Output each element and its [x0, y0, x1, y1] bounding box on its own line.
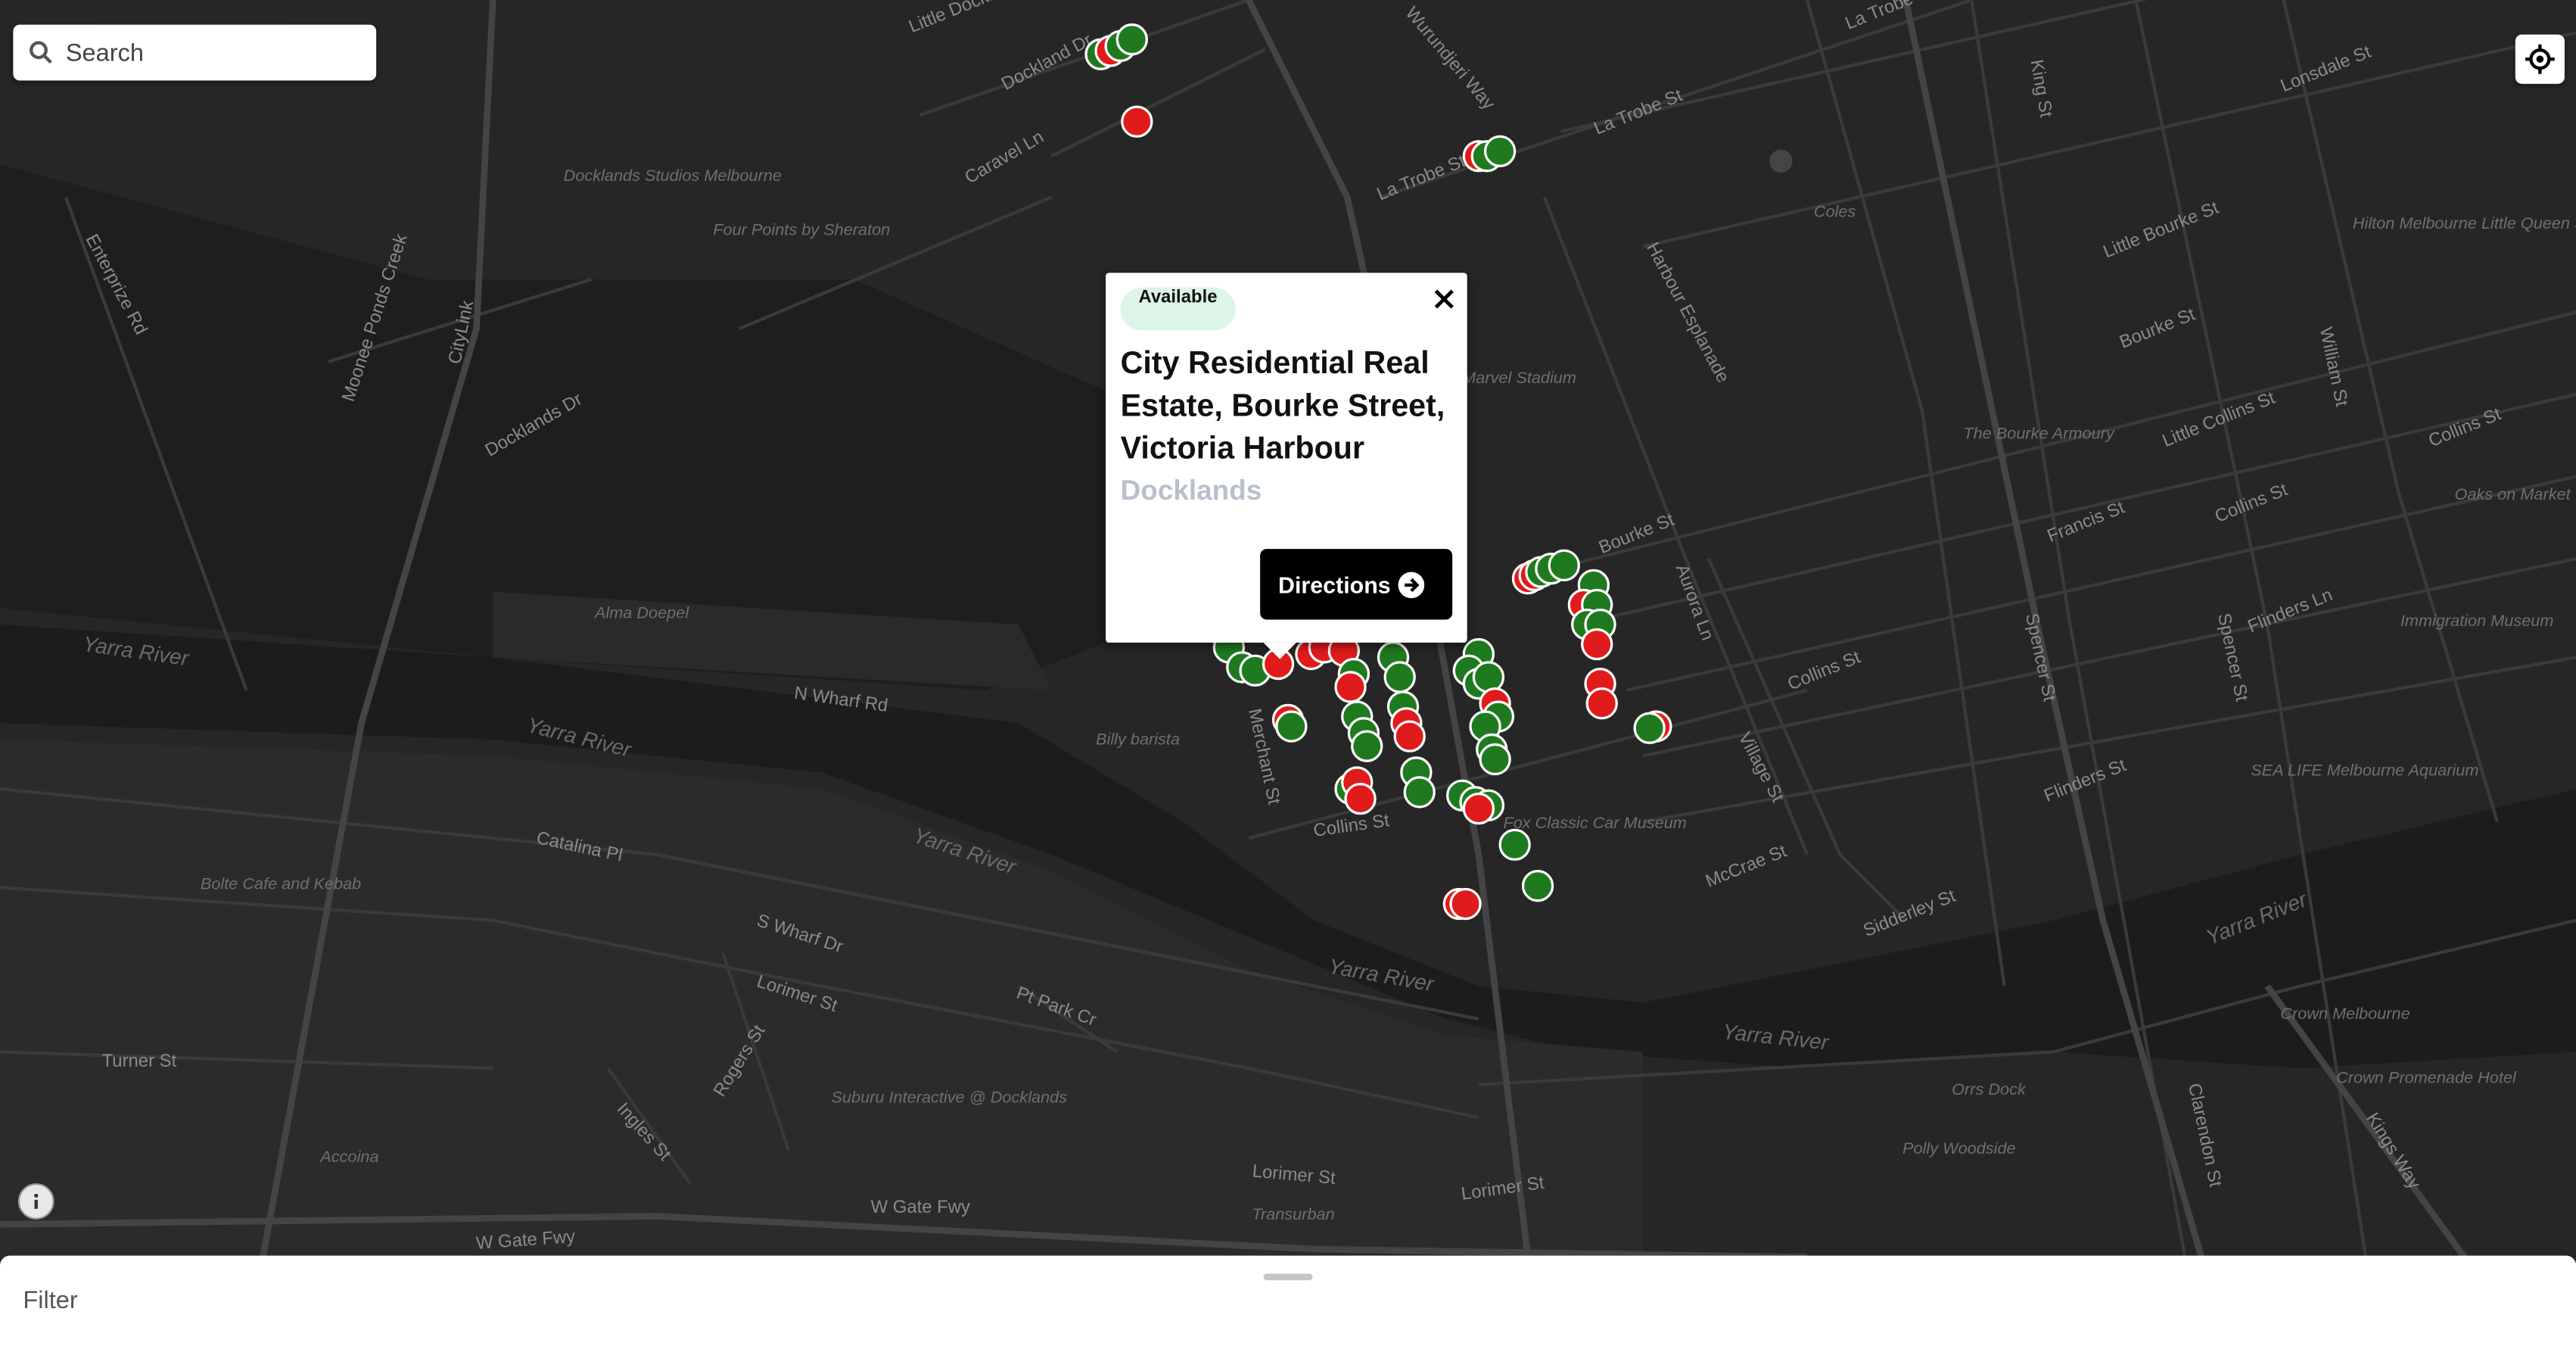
map-label: SEA LIFE Melbourne Aquarium — [2251, 761, 2478, 780]
unavailable-bay-marker[interactable] — [1344, 782, 1377, 815]
directions-button[interactable]: Directions — [1260, 549, 1453, 620]
unavailable-bay-marker[interactable] — [1334, 671, 1367, 703]
map-label: Immigration Museum — [2400, 611, 2554, 630]
close-icon[interactable] — [1431, 286, 1458, 313]
attribution-info-button[interactable] — [17, 1183, 54, 1220]
available-bay-marker[interactable] — [1483, 135, 1517, 167]
unavailable-bay-marker[interactable] — [1581, 628, 1613, 661]
map-label: Turner St — [102, 1051, 177, 1071]
map-label: Four Points by Sheraton — [713, 220, 890, 238]
map-label: Marvel Stadium — [1462, 368, 1576, 387]
filter-bottom-sheet[interactable]: Filter — [0, 1255, 2576, 1346]
map-label: Fox Classic Car Museum — [1503, 813, 1686, 832]
map-label: Orrs Dock — [1952, 1080, 2027, 1098]
unavailable-bay-marker[interactable] — [1585, 687, 1618, 720]
available-bay-marker[interactable] — [1498, 828, 1531, 862]
available-bay-marker[interactable] — [1633, 712, 1666, 744]
map-label: Polly Woodside — [1902, 1139, 2016, 1157]
available-bay-marker[interactable] — [1521, 870, 1554, 902]
poi-dot — [1769, 149, 1793, 173]
unavailable-bay-marker[interactable] — [1449, 887, 1482, 921]
available-bay-marker[interactable] — [1403, 776, 1436, 809]
unavailable-bay-marker[interactable] — [1393, 720, 1426, 752]
map-label: Alma Doepel — [593, 603, 689, 622]
search-input[interactable] — [65, 24, 370, 81]
popup-pointer — [1263, 642, 1296, 659]
map-label: Billy barista — [1096, 729, 1180, 748]
map-label: Crown Promenade Hotel — [2336, 1068, 2517, 1087]
unavailable-bay-marker[interactable] — [1462, 792, 1495, 825]
map-label: Oaks on Market — [2454, 484, 2571, 503]
available-bay-marker[interactable] — [1115, 23, 1148, 56]
map-label: The Bourke Armoury — [1963, 424, 2115, 443]
map-label: Accoina — [319, 1147, 378, 1166]
map-label: Hilton Melbourne Little Queen Street — [2353, 213, 2576, 232]
status-badge: Available — [1120, 287, 1236, 331]
map-label: Suburu Interactive @ Docklands — [832, 1088, 1068, 1107]
app-stage: Little Docklands Dr Dockland Dr Wurundje… — [0, 0, 2576, 1346]
available-bay-marker[interactable] — [1383, 661, 1416, 693]
location-suburb: Docklands — [1120, 475, 1262, 506]
unavailable-bay-marker[interactable] — [1121, 105, 1153, 138]
directions-label: Directions — [1278, 571, 1391, 598]
info-icon — [34, 1193, 39, 1209]
map-label: Coles — [1814, 202, 1856, 221]
available-bay-marker[interactable] — [1548, 549, 1580, 581]
filter-label: Filter — [23, 1286, 78, 1315]
available-bay-marker[interactable] — [1275, 710, 1308, 743]
map-label: Transurban — [1252, 1204, 1334, 1223]
available-bay-marker[interactable] — [1479, 743, 1511, 776]
search-icon — [30, 41, 52, 64]
available-bay-marker[interactable] — [1472, 661, 1505, 693]
arrow-right-icon — [1398, 572, 1425, 599]
map-label: Docklands Studios Melbourne — [564, 166, 782, 185]
location-popup: Available City Residential Real Estate, … — [1106, 273, 1467, 659]
geolocate-button[interactable] — [2515, 34, 2565, 84]
drag-handle[interactable] — [1263, 1273, 1313, 1281]
map-label: Bolte Cafe and Kebab — [201, 874, 361, 893]
map-label: Crown Melbourne — [2280, 1004, 2410, 1023]
map-label: W Gate Fwy — [871, 1197, 970, 1217]
available-bay-marker[interactable] — [1351, 730, 1383, 762]
crosshair-icon — [2525, 44, 2555, 74]
location-title: City Residential Real Estate, Bourke Str… — [1120, 347, 1445, 467]
search-box — [13, 24, 377, 81]
